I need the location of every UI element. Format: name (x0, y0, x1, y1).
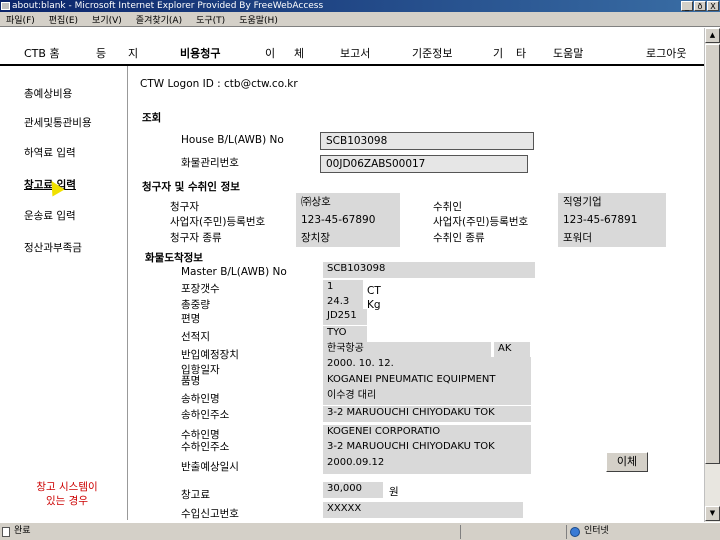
claimant-value: ㈜상호 (296, 193, 400, 211)
payee-reg-value: 123-45-67891 (558, 211, 666, 229)
claimant-type-label: 청구자 종류 (170, 232, 222, 244)
import-no-value: XXXXX (323, 502, 523, 518)
nav-register-2[interactable]: 지 (128, 45, 138, 61)
house-bl-input[interactable]: SCB103098 (320, 132, 534, 150)
transfer-button[interactable]: 이체 (606, 452, 648, 472)
warehouse-system-note: 창고 시스템이 있는 경우 (36, 481, 98, 507)
shipper-name-value: 이수경 대리 (323, 389, 531, 405)
packages-value: 1 (323, 280, 363, 296)
payee-type-value: 포워더 (558, 229, 666, 247)
page-icon (2, 527, 10, 537)
storage-fee-value: 30,000 (323, 482, 383, 498)
cargo-no-label: 화물관리번호 (181, 157, 239, 169)
item-label: 품명 (181, 375, 201, 387)
nav-billing[interactable]: 비용청구 (180, 45, 220, 61)
sidebar-item-handling[interactable]: 하역료 입력 (24, 145, 76, 160)
window-title-bar: about:blank - Microsoft Internet Explore… (0, 0, 720, 12)
status-separator (566, 525, 567, 539)
globe-icon (570, 527, 580, 537)
menu-view[interactable]: 보기(V) (92, 13, 122, 26)
origin-value: TYO (323, 326, 367, 342)
entry-date-value: 2000. 10. 12. (323, 357, 531, 373)
nav-help[interactable]: 도움말 (553, 45, 583, 61)
release-label: 반출예상일시 (181, 461, 239, 473)
weight-label: 총중량 (181, 299, 210, 311)
flight-value: JD251 (323, 309, 367, 325)
security-zone: 인터넷 (584, 526, 609, 536)
menu-bar: 파일(F) 편집(E) 보기(V) 즐겨찾기(A) 도구(T) 도움말(H) (0, 12, 720, 27)
nav-transfer-2[interactable]: 체 (294, 45, 304, 61)
sidebar-item-total-cost[interactable]: 총예상비용 (24, 86, 72, 101)
nav-etc-1[interactable]: 기 (493, 45, 503, 61)
window-title: about:blank - Microsoft Internet Explore… (12, 1, 324, 11)
nav-transfer-1[interactable]: 이 (265, 45, 275, 61)
top-nav: CTB 홈 등 지 비용청구 이 체 보고서 기준정보 기 타 도움말 로그아웃 (0, 38, 720, 66)
scrollbar-thumb[interactable] (705, 44, 720, 464)
search-section-title: 조회 (142, 112, 162, 124)
house-bl-label: House B/L(AWB) No (181, 134, 284, 146)
shipper-addr-label: 송하인주소 (181, 409, 230, 421)
master-bl-value: SCB103098 (323, 262, 535, 278)
claimant-reg-value: 123-45-67890 (296, 211, 400, 229)
nav-ctb-home[interactable]: CTB 홈 (24, 45, 60, 61)
menu-tools[interactable]: 도구(T) (196, 13, 225, 26)
consignee-addr-label: 수하인주소 (181, 441, 230, 453)
origin-label: 선적지 (181, 331, 210, 343)
packages-label: 포장갯수 (181, 283, 220, 295)
storage-label: 반입예정장치 (181, 349, 239, 361)
maximize-button[interactable]: ð (694, 1, 706, 11)
weight-unit: Kg (367, 299, 381, 311)
nav-register-1[interactable]: 등 (96, 45, 106, 61)
storage-fee-label: 창고료 (181, 489, 210, 501)
main-content: CTW Logon ID : ctb@ctw.co.kr 조회 House B/… (128, 66, 700, 520)
claimant-reg-label: 사업자(주민)등록번호 (170, 216, 266, 228)
arrival-section-title: 화물도착정보 (145, 252, 203, 264)
nav-reports[interactable]: 보고서 (340, 45, 370, 61)
storage-fee-unit: 원 (389, 486, 399, 498)
flight-label: 편명 (181, 313, 201, 325)
packages-unit: CT (367, 285, 381, 297)
cargo-no-input[interactable]: 00JD06ZABS00017 (320, 155, 528, 173)
scroll-up-icon[interactable]: ▲ (705, 28, 720, 43)
sidebar-item-customs[interactable]: 관세및통관비용 (24, 115, 92, 130)
shipper-addr-value: 3-2 MARUOUCHI CHIYODAKU TOK (323, 406, 531, 422)
release-value: 2000.09.12 (323, 456, 531, 474)
consignee-name-value: KOGENEI CORPORATIO (323, 425, 531, 441)
payee-label: 수취인 (433, 201, 462, 213)
ie-icon (1, 2, 10, 10)
minimize-button[interactable]: _ (681, 1, 693, 11)
payee-reg-label: 사업자(주민)등록번호 (433, 216, 529, 228)
nav-master-data[interactable]: 기준정보 (412, 45, 452, 61)
menu-favorites[interactable]: 즐겨찾기(A) (136, 13, 182, 26)
status-text: 완료 (14, 526, 31, 536)
logon-id: CTW Logon ID : ctb@ctw.co.kr (140, 78, 298, 90)
nav-logout[interactable]: 로그아웃 (646, 45, 686, 61)
status-bar: 완료 인터넷 (0, 522, 720, 540)
master-bl-label: Master B/L(AWB) No (181, 266, 287, 278)
parties-section-title: 청구자 및 수취인 정보 (142, 181, 240, 193)
storage-code: AK (494, 342, 530, 358)
claimant-label: 청구자 (170, 201, 199, 213)
claimant-type-value: 장치장 (296, 229, 400, 247)
storage-value: 한국항공 (323, 342, 491, 358)
menu-edit[interactable]: 편집(E) (49, 13, 78, 26)
sidebar-item-transport[interactable]: 운송료 입력 (24, 208, 76, 223)
nav-etc-2[interactable]: 타 (516, 45, 526, 61)
consignee-addr-value: 3-2 MARUOUCHI CHIYODAKU TOK (323, 440, 531, 456)
scroll-down-icon[interactable]: ▼ (705, 506, 720, 521)
menu-help[interactable]: 도움말(H) (239, 13, 278, 26)
payee-value: 직영기업 (558, 193, 666, 211)
payee-type-label: 수취인 종류 (433, 232, 485, 244)
sidebar-item-settlement[interactable]: 정산과부족금 (24, 240, 82, 255)
item-value: KOGANEI PNEUMATIC EQUIPMENT (323, 373, 531, 389)
status-separator (460, 525, 461, 539)
menu-file[interactable]: 파일(F) (6, 13, 35, 26)
import-no-label: 수입신고번호 (181, 508, 239, 520)
close-button[interactable]: X (707, 1, 719, 11)
side-nav: 총예상비용 관세및통관비용 하역료 입력 창고료 입력 운송료 입력 정산과부족… (0, 66, 128, 520)
shipper-name-label: 송하인명 (181, 393, 220, 405)
window-controls: _ ð X (681, 1, 719, 11)
vertical-scrollbar[interactable]: ▲ ▼ (704, 28, 720, 522)
